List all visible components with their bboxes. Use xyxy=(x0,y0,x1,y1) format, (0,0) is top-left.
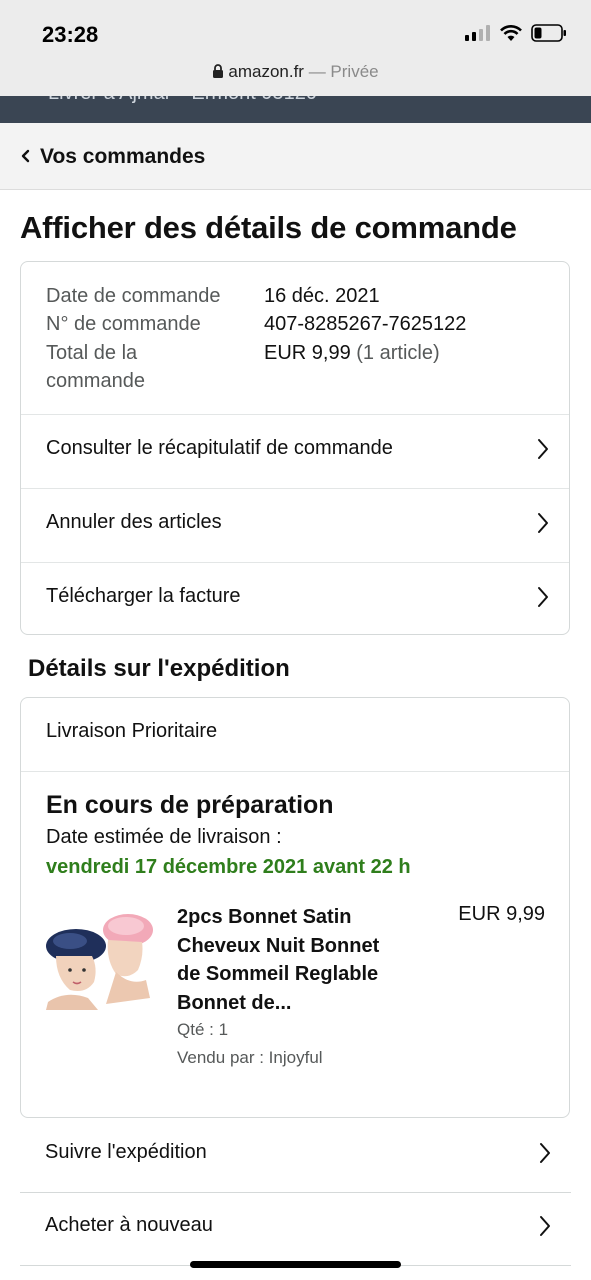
chevron-right-icon xyxy=(538,587,548,607)
download-invoice-label: Télécharger la facture xyxy=(46,585,241,607)
track-shipment-label: Suivre l'expédition xyxy=(45,1141,207,1163)
lock-icon xyxy=(213,64,224,78)
product-seller: Vendu par : Injoyful xyxy=(177,1048,323,1067)
chevron-right-icon xyxy=(538,513,548,533)
battery-icon xyxy=(531,24,566,42)
view-order-summary-row[interactable]: Consulter le récapitulatif de commande xyxy=(21,415,569,489)
clock: 23:28 xyxy=(42,22,99,47)
shipment-status: En cours de préparation xyxy=(46,791,334,819)
product-title[interactable]: 2pcs Bonnet Satin Cheveux Nuit Bonnet de… xyxy=(177,903,407,1017)
order-number-value: 407-8285267-7625122 xyxy=(264,313,467,335)
download-invoice-row[interactable]: Télécharger la facture xyxy=(21,563,569,634)
chevron-right-icon xyxy=(540,1216,550,1236)
delivery-location-text: Livrer à Ajmal – Ermont 95120 xyxy=(48,96,317,105)
url-text: amazon.fr xyxy=(228,62,304,81)
wifi-icon xyxy=(500,24,522,41)
track-shipment-row[interactable]: Suivre l'expédition xyxy=(20,1119,571,1193)
back-to-orders-link[interactable]: Vos commandes xyxy=(40,145,205,169)
product-title-line: de Sommeil Reglable xyxy=(177,963,379,985)
page-title: Afficher des détails de commande xyxy=(20,210,517,245)
shipping-method-row: Livraison Prioritaire xyxy=(21,698,569,772)
estimated-delivery-label: Date estimée de livraison : xyxy=(46,826,282,848)
nav-back-bar[interactable]: Vos commandes xyxy=(0,123,591,190)
product-title-line: Cheveux Nuit Bonnet xyxy=(177,934,380,957)
order-total-amount: EUR 9,99 xyxy=(264,342,351,364)
order-item-count: (1 article) xyxy=(350,342,440,364)
product-image[interactable] xyxy=(46,908,154,1010)
chevron-right-icon xyxy=(540,1143,550,1163)
product-quantity: Qté : 1 xyxy=(177,1020,229,1039)
shipping-section-title: Détails sur l'expédition xyxy=(28,655,290,682)
buy-again-label: Acheter à nouveau xyxy=(45,1214,213,1236)
order-details-card: Date de commande 16 déc. 2021 N° de comm… xyxy=(20,261,570,635)
home-indicator[interactable] xyxy=(190,1261,401,1268)
system-icons xyxy=(465,24,567,42)
cancel-items-label: Annuler des articles xyxy=(46,511,222,533)
shipping-method-label: Livraison Prioritaire xyxy=(46,720,218,742)
order-number-label: N° de commande xyxy=(46,313,201,335)
private-label: — Privée xyxy=(303,62,379,81)
product-title-line: 2pcs Bonnet Satin xyxy=(177,906,352,928)
view-order-summary-label: Consulter le récapitulatif de commande xyxy=(46,437,393,459)
order-total-value: EUR 9,99 (1 article) xyxy=(264,339,440,368)
order-date-value: 16 déc. 2021 xyxy=(264,285,380,307)
address-bar[interactable]: amazon.fr — Privée xyxy=(0,62,591,82)
cancel-items-row[interactable]: Annuler des articles xyxy=(21,489,569,563)
order-summary: Date de commande 16 déc. 2021 N° de comm… xyxy=(21,262,569,415)
shipment-card: Livraison Prioritaire En cours de prépar… xyxy=(20,697,570,1118)
status-bar: 23:28 amazon.fr — Privée xyxy=(0,0,591,96)
product-title-line: Bonnet de... xyxy=(177,991,292,1014)
buy-again-row[interactable]: Acheter à nouveau xyxy=(20,1192,571,1266)
product-price: EUR 9,99 xyxy=(458,903,545,925)
order-date-label: Date de commande xyxy=(46,285,221,307)
estimated-delivery-date: vendredi 17 décembre 2021 avant 22 h xyxy=(46,856,411,878)
cellular-signal-icon xyxy=(465,25,490,41)
chevron-left-icon xyxy=(21,149,30,163)
delivery-location-strip[interactable]: Livrer à Ajmal – Ermont 95120 xyxy=(0,96,591,123)
order-total-label-line1: Total de la xyxy=(46,342,138,364)
order-total-label-line2: commande xyxy=(46,370,145,392)
chevron-right-icon xyxy=(538,439,548,459)
